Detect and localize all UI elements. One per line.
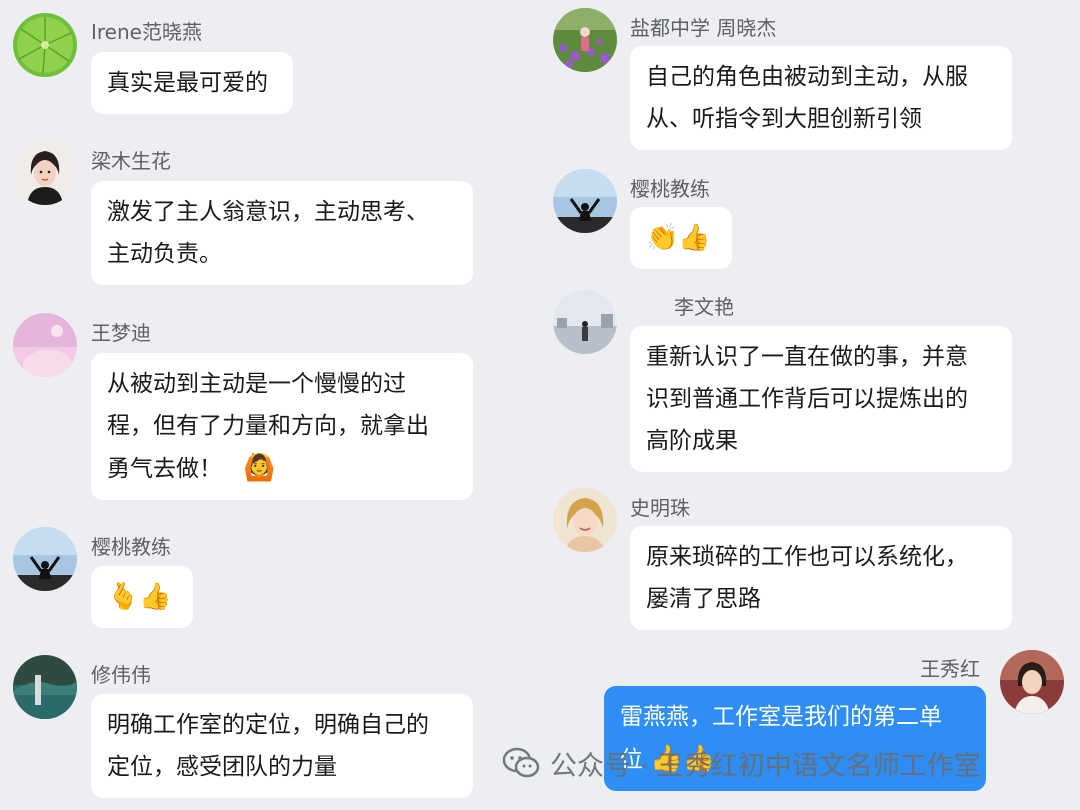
avatar[interactable]	[13, 141, 77, 205]
sender-name: 樱桃教练	[91, 535, 171, 559]
sender-name: Irene范晓燕	[91, 20, 202, 44]
message-text: 激发了主人翁意识，主动思考、	[107, 199, 429, 225]
pink-landscape-avatar-icon	[13, 313, 77, 377]
message-text: 从、听指令到大胆创新引领	[646, 106, 922, 132]
message-text: 高阶成果	[646, 428, 738, 454]
woman-portrait-avatar-icon	[13, 141, 77, 205]
dark-landscape-avatar-icon	[13, 655, 77, 719]
avatar[interactable]	[553, 169, 617, 233]
message-bubble[interactable]: 🫰👍	[91, 566, 193, 628]
message-text: 明确工作室的定位，明确自己的	[107, 712, 429, 738]
message-text: 自己的角色由被动到主动，从服	[646, 64, 968, 90]
message-text: 重新认识了一直在做的事，并意	[646, 344, 968, 370]
flower-field-avatar-icon	[553, 8, 617, 72]
sender-name: 史明珠	[630, 496, 690, 520]
message-bubble[interactable]: 明确工作室的定位，明确自己的 定位，感受团队的力量	[91, 694, 473, 798]
message-bubble[interactable]: 👏👍	[630, 207, 732, 269]
message-text: 识到普通工作背后可以提炼出的	[646, 386, 968, 412]
sender-name: 梁木生花	[91, 149, 171, 173]
message-text: 从被动到主动是一个慢慢的过	[107, 371, 406, 397]
sender-name: 王秀红	[920, 657, 980, 681]
avatar[interactable]	[13, 313, 77, 377]
emoji: 🙆	[243, 453, 276, 483]
message-bubble[interactable]: 自己的角色由被动到主动，从服 从、听指令到大胆创新引领	[630, 46, 1012, 150]
sender-name: 盐都中学 周晓杰	[630, 16, 777, 40]
emoji: 🫰👍	[107, 582, 172, 612]
avatar[interactable]	[13, 655, 77, 719]
message-bubble[interactable]: 真实是最可爱的	[91, 52, 293, 114]
silhouette-sky-avatar-icon	[553, 169, 617, 233]
message-text: 屡清了思路	[646, 586, 761, 612]
message-bubble[interactable]: 重新认识了一直在做的事，并意 识到普通工作背后可以提炼出的 高阶成果	[630, 326, 1012, 472]
sender-name: 王梦迪	[91, 321, 151, 345]
message-bubble[interactable]: 原来琐碎的工作也可以系统化， 屡清了思路	[630, 526, 1012, 630]
lotus-leaf-avatar-icon	[13, 13, 77, 77]
avatar[interactable]	[553, 8, 617, 72]
city-walk-avatar-icon	[553, 290, 617, 354]
message-bubble[interactable]: 激发了主人翁意识，主动思考、 主动负责。	[91, 181, 473, 285]
silhouette-sky-avatar-icon	[13, 527, 77, 591]
message-text: 真实是最可爱的	[107, 70, 268, 96]
woman-smiling-avatar-icon	[553, 488, 617, 552]
sender-name: 修伟伟	[91, 663, 151, 687]
message-text: 定位，感受团队的力量	[107, 754, 337, 780]
avatar[interactable]	[553, 488, 617, 552]
sender-name: 樱桃教练	[630, 177, 710, 201]
avatar[interactable]	[13, 527, 77, 591]
avatar[interactable]	[13, 13, 77, 77]
message-text: 勇气去做！	[107, 456, 222, 482]
watermark: 公众号 · 王秀红初中语文名师工作室	[500, 742, 981, 784]
avatar[interactable]	[1000, 650, 1064, 714]
woman-portrait-avatar-icon	[1000, 650, 1064, 714]
message-text: 雷燕燕，工作室是我们的第二单	[620, 704, 942, 730]
wechat-icon	[502, 747, 540, 778]
message-text: 原来琐碎的工作也可以系统化，	[646, 544, 968, 570]
watermark-text: 公众号 · 王秀红初中语文名师工作室	[550, 750, 981, 782]
emoji: 👏👍	[646, 223, 711, 253]
message-text: 主动负责。	[107, 241, 222, 267]
message-text: 程，但有了力量和方向，就拿出	[107, 413, 429, 439]
message-bubble[interactable]: 从被动到主动是一个慢慢的过 程，但有了力量和方向，就拿出 勇气去做！ 🙆	[91, 353, 473, 500]
avatar[interactable]	[553, 290, 617, 354]
sender-name: 李文艳	[674, 295, 734, 319]
